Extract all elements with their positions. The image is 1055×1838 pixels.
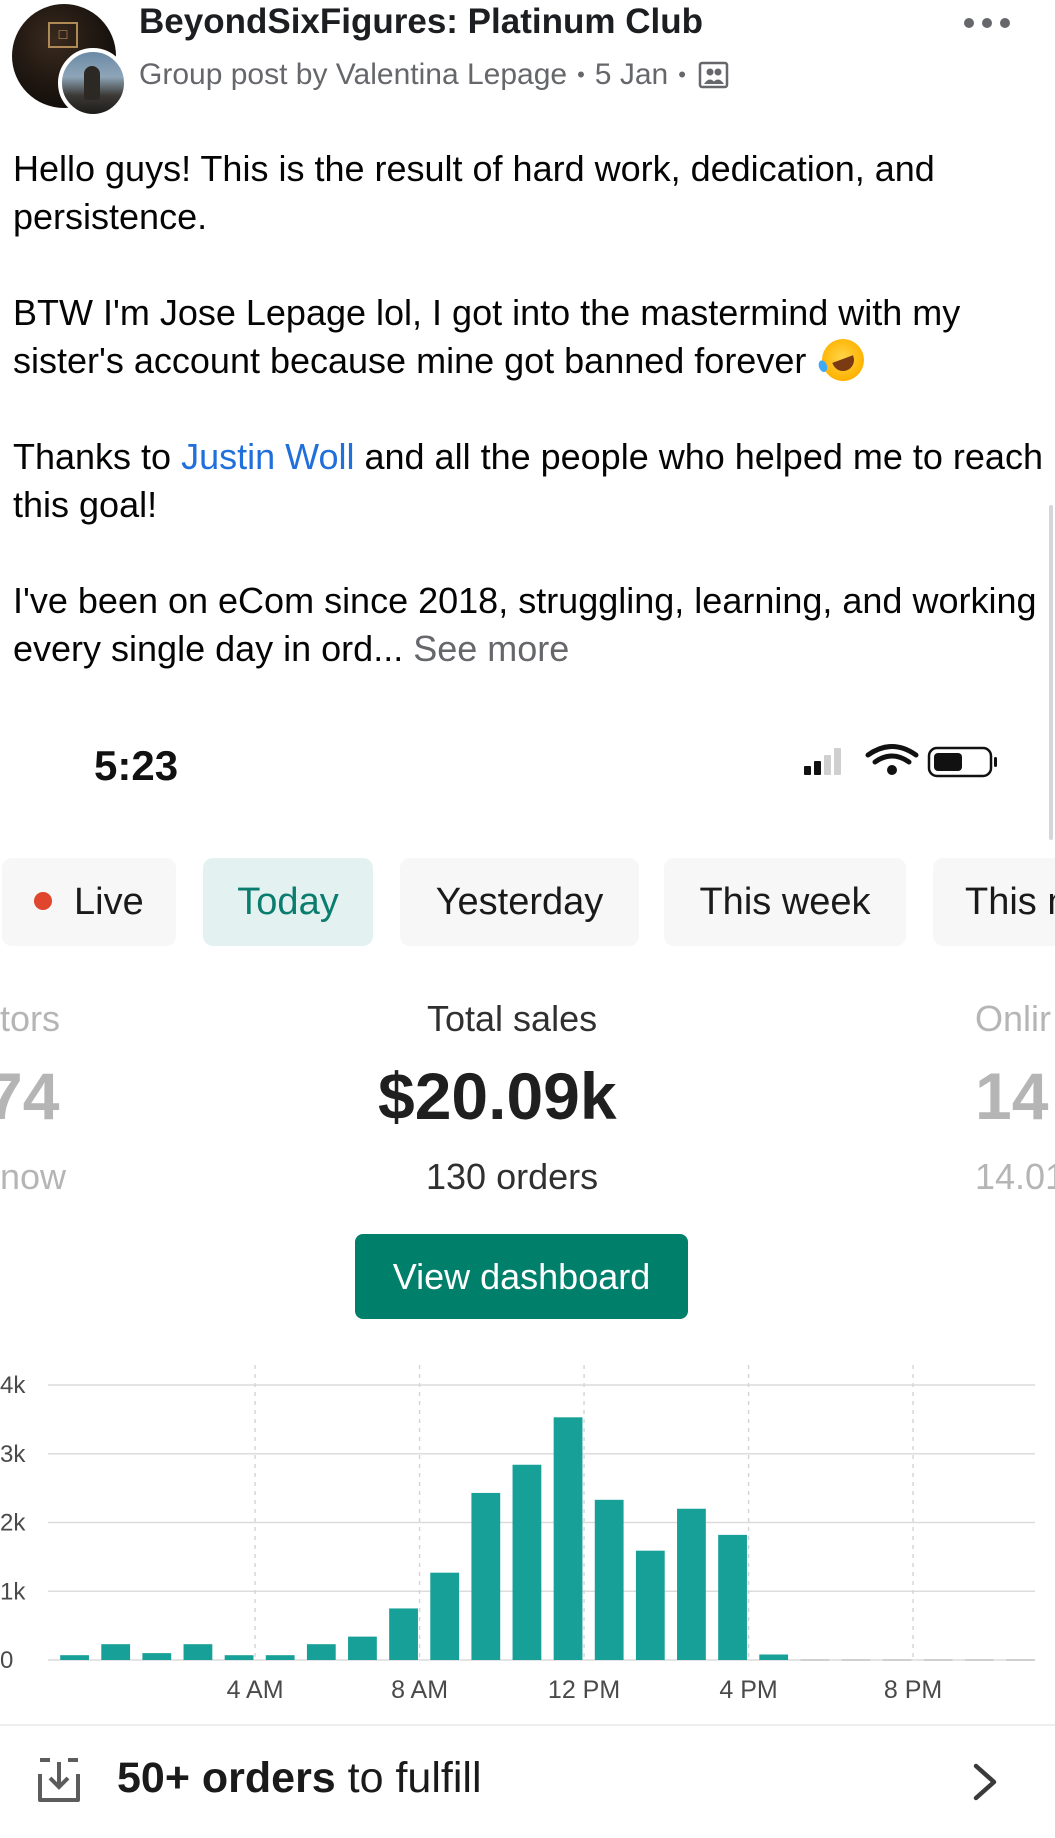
chart-bar — [265, 1655, 295, 1660]
tab-label: Live — [74, 881, 144, 923]
chart-bar — [224, 1655, 254, 1660]
status-bar-time: 5:23 — [94, 742, 179, 789]
chart-bar — [553, 1417, 583, 1660]
post-date-link[interactable]: 5 Jan — [595, 58, 668, 92]
chart-bar — [471, 1492, 501, 1660]
mention-link[interactable]: Justin Woll — [181, 436, 354, 477]
more-options-icon[interactable] — [962, 10, 1014, 34]
total-sales-label: Total sales — [427, 998, 598, 1039]
group-name-link[interactable]: BeyondSixFigures: Platinum Club — [139, 2, 703, 42]
post-author-link[interactable]: Group post by Valentina Lepage — [139, 58, 567, 92]
chart-bar — [594, 1499, 624, 1660]
tab-label: This m — [965, 881, 1055, 923]
y-tick-label: 2k — [0, 1510, 26, 1537]
sales-chart: 0 1k 2k 3k 4k 4 AM 8 AM 12 PM 4 PM 8 PM — [0, 1355, 1055, 1704]
author-avatar-figure — [84, 66, 100, 100]
online-sub: 14.01 — [975, 1156, 1055, 1197]
online-value: 14 — [975, 1059, 1049, 1133]
date-range-tabs: Live Today Yesterday This week This m — [0, 858, 1055, 946]
post-text-span: Thanks to — [13, 436, 182, 477]
x-tick-label: 8 AM — [391, 1676, 448, 1700]
fulfill-count: 50+ orders — [117, 1754, 336, 1802]
tab-label: This week — [699, 881, 871, 923]
post-text-span: BTW I'm Jose Lepage lol, I got into the … — [13, 292, 961, 381]
chart-bar — [512, 1464, 542, 1660]
avatar-stack[interactable]: ☐ — [12, 4, 128, 118]
see-more-link[interactable]: See more — [413, 628, 569, 669]
chevron-right-icon[interactable] — [970, 1760, 1000, 1804]
tab-yesterday[interactable]: Yesterday — [400, 858, 639, 946]
visitors-sub: now — [0, 1156, 67, 1197]
scroll-indicator[interactable] — [1049, 505, 1053, 840]
chart-bar — [306, 1644, 336, 1660]
y-tick-label: 0 — [0, 1647, 13, 1674]
sales-bar-chart: 0 1k 2k 3k 4k 4 AM 8 AM 12 PM 4 PM 8 PM — [0, 1365, 1035, 1704]
chart-bar — [389, 1608, 418, 1660]
tab-live[interactable]: Live — [2, 858, 176, 946]
meta-separator: • — [577, 62, 585, 87]
x-tick-label: 4 AM — [227, 1676, 284, 1700]
tab-this-week[interactable]: This week — [664, 858, 906, 946]
chart-bar — [183, 1644, 213, 1660]
post-paragraph: I've been on eCom since 2018, struggling… — [13, 577, 1043, 673]
x-tick-label: 8 PM — [884, 1676, 942, 1700]
tab-today[interactable]: Today — [203, 858, 373, 946]
author-avatar[interactable] — [58, 48, 128, 118]
chart-bar — [348, 1636, 377, 1660]
post-paragraph: Thanks to Justin Woll and all the people… — [13, 433, 1043, 529]
meta-separator: • — [678, 62, 686, 87]
group-audience-icon[interactable] — [698, 60, 730, 90]
chart-bar — [677, 1508, 706, 1660]
chart-bar — [142, 1653, 172, 1660]
chart-bar — [759, 1654, 789, 1660]
download-tray-icon — [38, 1758, 80, 1802]
post-text-span: Hello guys! This is the result of hard w… — [13, 148, 935, 237]
battery-icon — [927, 746, 997, 778]
post-meta: Group post by Valentina Lepage • 5 Jan • — [139, 58, 730, 92]
group-logo-icon: ☐ — [48, 22, 78, 48]
x-tick-label: 12 PM — [548, 1676, 620, 1700]
post-paragraph: BTW I'm Jose Lepage lol, I got into the … — [13, 289, 1043, 387]
signal-icon — [804, 748, 841, 775]
orders-count: 130 orders — [426, 1156, 599, 1197]
tab-this-month[interactable]: This m — [933, 858, 1055, 946]
online-label: Onlir — [975, 998, 1052, 1039]
post-paragraph: Hello guys! This is the result of hard w… — [13, 145, 1043, 241]
y-tick-label: 4k — [0, 1372, 26, 1399]
chart-bar — [718, 1534, 747, 1660]
laughing-emoji-icon — [816, 333, 871, 387]
chart-bar — [635, 1550, 665, 1660]
y-tick-label: 3k — [0, 1441, 26, 1468]
fulfill-label: 50+ orders to fulfill — [117, 1754, 482, 1803]
tab-label: Today — [237, 881, 339, 923]
chart-bar — [60, 1655, 89, 1660]
chart-bar — [430, 1572, 460, 1660]
post-header: ☐ BeyondSixFigures: Platinum Club Group … — [0, 0, 1055, 118]
y-tick-label: 1k — [0, 1578, 26, 1605]
visitors-value: 74 — [0, 1059, 60, 1133]
orders-to-fulfill-row[interactable]: 50+ orders to fulfill — [0, 1724, 1055, 1838]
x-tick-label: 4 PM — [719, 1676, 777, 1700]
chart-bar — [101, 1644, 131, 1660]
fulfill-suffix: to fulfill — [335, 1754, 482, 1802]
post-body: Hello guys! This is the result of hard w… — [13, 145, 1043, 721]
status-bar-icons — [804, 744, 997, 778]
total-sales-value: $20.09k — [378, 1059, 617, 1133]
tab-label: Yesterday — [435, 881, 604, 923]
visitors-label: tors — [0, 998, 61, 1039]
wifi-icon — [865, 744, 919, 775]
view-dashboard-button[interactable]: View dashboard — [355, 1234, 688, 1319]
live-indicator-icon — [34, 892, 52, 910]
